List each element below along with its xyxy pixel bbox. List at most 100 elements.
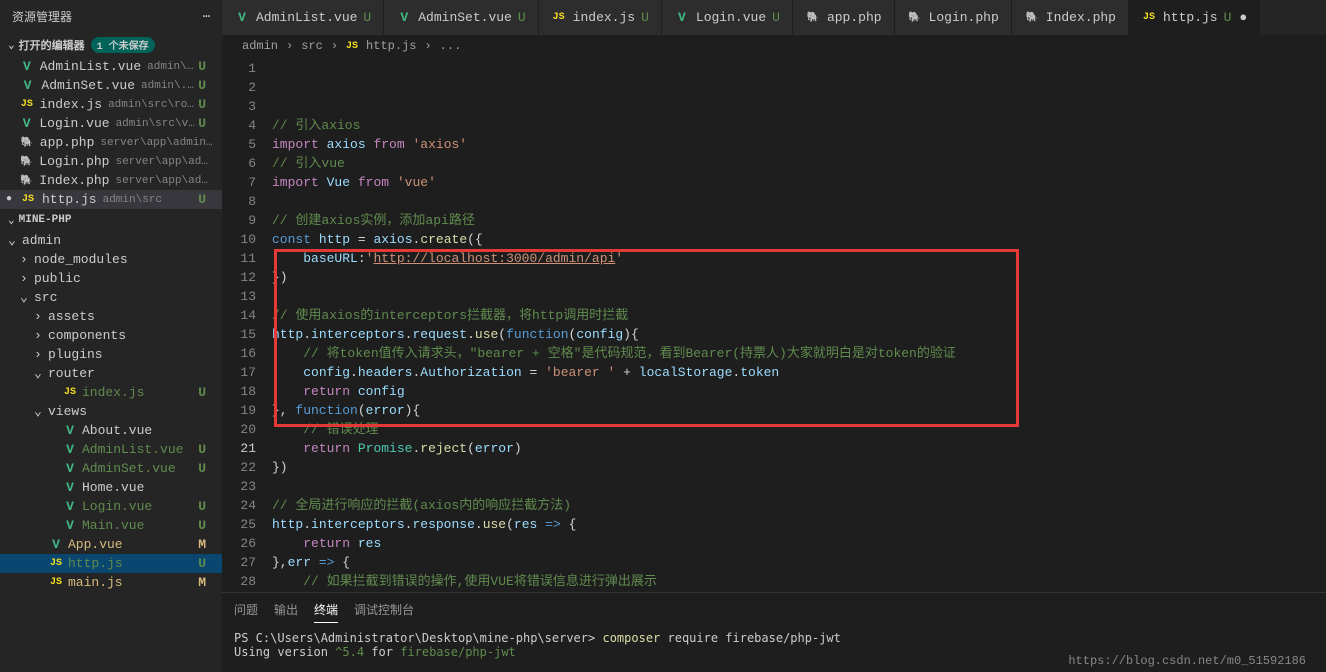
breadcrumb[interactable]: admin›src›JS http.js›... [222,35,1326,57]
code-line[interactable]: // 创建axios实例，添加api路径 [272,211,1326,230]
code-line[interactable]: // 引入vue [272,154,1326,173]
tab-status: U [641,10,649,25]
code-line[interactable]: // 错误处理 [272,420,1326,439]
editor-tab[interactable]: VAdminSet.vueU [384,0,538,35]
tab-label: Login.vue [696,10,766,25]
code-line[interactable]: // 使用axios的interceptors拦截器，将http调用时拦截 [272,306,1326,325]
line-number: 23 [222,477,256,496]
file-item[interactable]: VAdminSet.vueU [0,459,222,478]
code-line[interactable]: // 获取错误信息console.log(err.response.data.m… [272,591,1326,592]
code-line[interactable]: }, function(error){ [272,401,1326,420]
file-item[interactable]: VAbout.vue [0,421,222,440]
terminal-tab[interactable]: 问题 [234,597,258,623]
line-number: 7 [222,173,256,192]
unsaved-badge: 1 个未保存 [91,37,155,53]
code-line[interactable]: http.interceptors.response.use(res => { [272,515,1326,534]
editor-tab[interactable]: VLogin.vueU [662,0,793,35]
file-name: index.js [40,97,102,112]
editor-tab[interactable]: JShttp.jsU● [1129,0,1260,35]
folder-item[interactable]: ⌄router [0,364,222,383]
php-icon: 🐘 [20,175,33,187]
open-editor-item[interactable]: VAdminSet.vueadmin\...U [0,76,222,95]
line-number: 16 [222,344,256,363]
file-item[interactable]: JShttp.jsU [0,554,222,573]
git-status: U [198,385,214,400]
file-item[interactable]: JSmain.jsM [0,573,222,592]
code-line[interactable] [272,287,1326,306]
terminal-tab[interactable]: 调试控制台 [354,597,414,623]
editor-tab[interactable]: 🐘Index.php [1012,0,1129,35]
modified-dot-icon[interactable]: ● [1239,10,1247,25]
file-item[interactable]: VMain.vueU [0,516,222,535]
file-item[interactable]: VLogin.vueU [0,497,222,516]
tab-status: U [1224,10,1232,25]
editor-tab[interactable]: 🐘app.php [793,0,895,35]
file-name: Index.php [39,173,109,188]
terminal-tab[interactable]: 输出 [274,597,298,623]
open-editor-item[interactable]: JShttp.jsadmin\srcU [0,190,222,209]
tree-label: admin [22,233,61,248]
code-line[interactable]: },err => { [272,553,1326,572]
editor[interactable]: 1234567891011121314151617181920212223242… [222,57,1326,592]
line-number: 1 [222,59,256,78]
file-item[interactable]: VHome.vue [0,478,222,497]
open-editor-item[interactable]: JSindex.jsadmin\src\rou...U [0,95,222,114]
project-header[interactable]: ⌄ MINE-PHP [0,209,222,231]
open-editor-item[interactable]: 🐘Index.phpserver\app\admi... [0,171,222,190]
line-number: 18 [222,382,256,401]
code-line[interactable]: }) [272,458,1326,477]
editor-tab[interactable]: JSindex.jsU [539,0,662,35]
folder-item[interactable]: ⌄src [0,288,222,307]
tab-status: U [772,10,780,25]
code-line[interactable] [272,192,1326,211]
tree-label: Home.vue [82,480,144,495]
file-item[interactable]: JSindex.jsU [0,383,222,402]
breadcrumb-segment[interactable]: ... [440,39,462,53]
code-line[interactable]: config.headers.Authorization = 'bearer '… [272,363,1326,382]
open-editors-header[interactable]: ⌄ 打开的编辑器 1 个未保存 [0,33,222,57]
editor-tab[interactable]: VAdminList.vueU [222,0,384,35]
file-path: admin\src [103,194,162,206]
code-line[interactable]: }) [272,268,1326,287]
open-editor-item[interactable]: 🐘app.phpserver\app\admin\... [0,133,222,152]
code-line[interactable]: const http = axios.create({ [272,230,1326,249]
code-line[interactable]: baseURL:'http://localhost:3000/admin/api… [272,249,1326,268]
folder-item[interactable]: ›public [0,269,222,288]
code-line[interactable]: return Promise.reject(error) [272,439,1326,458]
chevron-right-icon: › [34,328,46,343]
code-line[interactable] [272,477,1326,496]
open-editors-list: VAdminList.vueadmin\...UVAdminSet.vueadm… [0,57,222,209]
code-line[interactable]: // 引入axios [272,116,1326,135]
chevron-right-icon: › [286,39,293,53]
folder-item[interactable]: ›assets [0,307,222,326]
code-line[interactable]: return res [272,534,1326,553]
tree-label: index.js [82,385,144,400]
code-line[interactable]: import axios from 'axios' [272,135,1326,154]
breadcrumb-segment[interactable]: admin [242,39,278,53]
code-line[interactable]: http.interceptors.request.use(function(c… [272,325,1326,344]
terminal-tab[interactable]: 终端 [314,597,338,623]
folder-item[interactable]: ⌄views [0,402,222,421]
breadcrumb-segment[interactable]: http.js [366,39,416,53]
breadcrumb-segment[interactable]: src [301,39,323,53]
file-item[interactable]: VApp.vueM [0,535,222,554]
file-item[interactable]: VAdminList.vueU [0,440,222,459]
code-line[interactable]: import Vue from 'vue' [272,173,1326,192]
code-line[interactable]: // 将token值传入请求头，"bearer + 空格"是代码规范，看到Bea… [272,344,1326,363]
folder-item[interactable]: ›components [0,326,222,345]
code-line[interactable]: // 如果拦截到错误的操作,使用VUE将错误信息进行弹出展示 [272,572,1326,591]
open-editor-item[interactable]: VAdminList.vueadmin\...U [0,57,222,76]
folder-item[interactable]: ›node_modules [0,250,222,269]
tab-label: Login.php [929,10,999,25]
minimap[interactable] [1266,57,1326,592]
folder-item[interactable]: ›plugins [0,345,222,364]
folder-item[interactable]: ⌄admin [0,231,222,250]
open-editor-item[interactable]: 🐘Login.phpserver\app\admi... [0,152,222,171]
open-editor-item[interactable]: VLogin.vueadmin\src\vi...U [0,114,222,133]
code-line[interactable]: // 全局进行响应的拦截(axios内的响应拦截方法) [272,496,1326,515]
more-icon[interactable]: ⋯ [203,9,210,24]
code-line[interactable]: return config [272,382,1326,401]
tree-label: AdminSet.vue [82,461,176,476]
code-area[interactable]: // 引入axiosimport axios from 'axios'// 引入… [272,57,1326,592]
editor-tab[interactable]: 🐘Login.php [895,0,1012,35]
